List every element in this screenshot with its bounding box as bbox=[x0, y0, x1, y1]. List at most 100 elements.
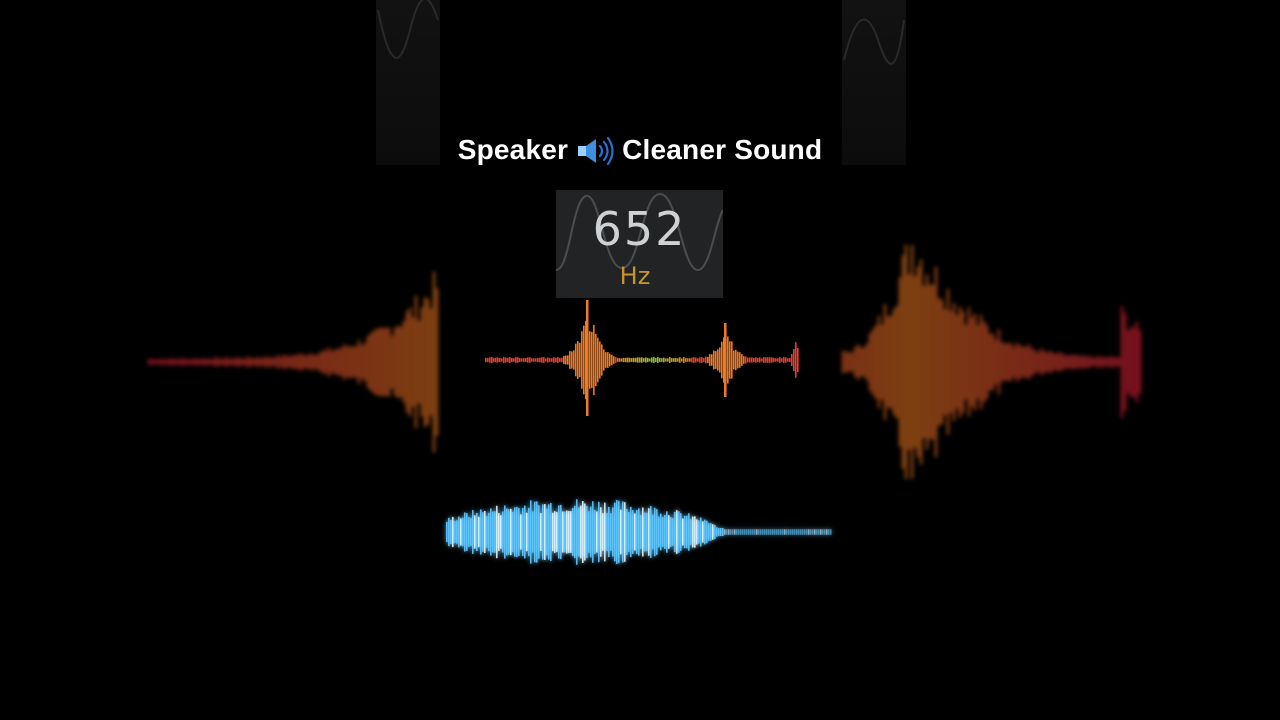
waveform-bar bbox=[562, 511, 564, 553]
waveform-bar bbox=[770, 529, 772, 535]
waveform-bar bbox=[630, 506, 632, 558]
waveform-bar bbox=[792, 529, 794, 535]
waveform-bar bbox=[538, 505, 540, 559]
waveform-bar bbox=[536, 501, 538, 563]
waveform-bar bbox=[678, 511, 680, 553]
waveform-bar bbox=[644, 512, 646, 552]
waveform-bar bbox=[502, 511, 504, 553]
waveform-bar bbox=[580, 505, 582, 559]
waveform-bar bbox=[796, 529, 798, 535]
waveform-bar bbox=[586, 505, 588, 559]
waveform-bar bbox=[702, 521, 704, 543]
waveform-bar bbox=[516, 506, 518, 558]
waveform-bar bbox=[822, 529, 824, 535]
waveform-bar bbox=[482, 512, 484, 552]
waveform-bar bbox=[602, 513, 604, 551]
waveform-bar bbox=[642, 507, 644, 557]
waveform-bar bbox=[596, 511, 598, 553]
waveform-bar bbox=[768, 529, 770, 535]
waveform-bar bbox=[466, 513, 468, 551]
waveform-bar bbox=[460, 518, 462, 546]
waveform-bar bbox=[648, 508, 650, 556]
waveform-bar bbox=[744, 529, 746, 535]
waveform-bar bbox=[806, 529, 808, 535]
waveform-bar bbox=[590, 506, 592, 558]
waveform-bar bbox=[742, 529, 744, 535]
waveform-bar bbox=[814, 529, 816, 535]
waveform-bar bbox=[552, 512, 554, 552]
waveform-bar bbox=[728, 529, 730, 535]
waveform-bar bbox=[726, 529, 728, 535]
waveform-bar bbox=[514, 507, 516, 557]
waveform-bar bbox=[526, 512, 528, 552]
waveform-bar bbox=[732, 529, 734, 535]
waveform-bar bbox=[612, 507, 614, 557]
waveform-bar bbox=[468, 516, 470, 548]
waveform-bar bbox=[614, 502, 616, 562]
waveform-bar bbox=[808, 529, 810, 535]
waveform-bar bbox=[522, 508, 524, 556]
waveform-bar bbox=[492, 511, 494, 553]
waveform-bar bbox=[754, 529, 756, 535]
waveform-bar bbox=[782, 529, 784, 535]
waveform-bar bbox=[680, 513, 682, 551]
waveform-bar bbox=[780, 529, 782, 535]
waveform-bar bbox=[564, 511, 566, 553]
waveform-bar bbox=[750, 529, 752, 535]
waveform-bar bbox=[824, 529, 826, 535]
waveform-bar bbox=[720, 528, 722, 536]
waveform-bar bbox=[542, 504, 544, 560]
waveform-bar bbox=[694, 516, 696, 548]
waveform-bar bbox=[640, 515, 642, 549]
waveform-bar bbox=[812, 529, 814, 535]
waveform-bar bbox=[610, 513, 612, 551]
waveform-bar bbox=[530, 500, 532, 564]
blue-wave-group bbox=[446, 499, 832, 565]
waveform-bar bbox=[722, 528, 724, 536]
waveform-bar bbox=[496, 505, 498, 559]
waveform-bar bbox=[506, 508, 508, 556]
waveform-bar bbox=[758, 529, 760, 535]
waveform-bar bbox=[474, 515, 476, 549]
waveform-bar bbox=[820, 529, 822, 535]
waveform-bar bbox=[584, 503, 586, 561]
waveform-bar bbox=[446, 521, 448, 543]
waveform-bar bbox=[730, 529, 732, 535]
waveform-bar bbox=[660, 513, 662, 551]
waveform-bar bbox=[600, 507, 602, 557]
video-frame: Speaker Cleaner Sound 652 Hz bbox=[0, 0, 1280, 720]
waveform-bar bbox=[654, 507, 656, 557]
waveform-bar bbox=[532, 511, 534, 553]
waveform-bar bbox=[830, 529, 832, 535]
waveform-bar bbox=[658, 516, 660, 548]
waveform-bar bbox=[546, 508, 548, 556]
waveform-bar bbox=[714, 525, 716, 539]
waveform-bar bbox=[624, 502, 626, 562]
waveform-bar bbox=[764, 529, 766, 535]
waveform-bar bbox=[568, 511, 570, 553]
waveform-bar bbox=[716, 527, 718, 537]
waveform-bar bbox=[448, 517, 450, 547]
waveform-bar bbox=[724, 529, 726, 535]
waveform-bar bbox=[606, 512, 608, 552]
waveform-bar bbox=[718, 528, 720, 536]
waveform-bar bbox=[632, 510, 634, 554]
waveform-bar bbox=[698, 520, 700, 544]
waveform-bar bbox=[784, 529, 786, 535]
waveform-bar bbox=[786, 529, 788, 535]
waveform-bar bbox=[636, 509, 638, 555]
waveform-bar bbox=[608, 506, 610, 558]
waveform-bar bbox=[672, 518, 674, 546]
waveform-bar bbox=[790, 529, 792, 535]
waveform-bar bbox=[576, 499, 578, 565]
waveform-bar bbox=[570, 511, 572, 553]
waveform-bar bbox=[696, 519, 698, 545]
waveform-bar bbox=[708, 523, 710, 541]
waveform-bar bbox=[794, 529, 796, 535]
waveform-bar bbox=[776, 529, 778, 535]
waveform-bar bbox=[518, 507, 520, 557]
waveform-bar bbox=[486, 516, 488, 548]
waveform-bar bbox=[802, 529, 804, 535]
waveform-bar bbox=[504, 505, 506, 559]
waveform-bar bbox=[828, 529, 830, 535]
